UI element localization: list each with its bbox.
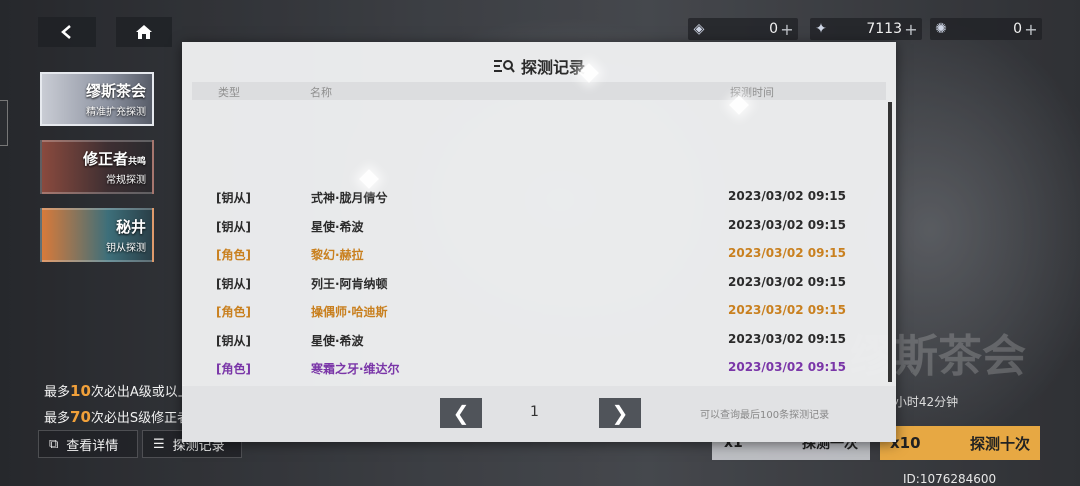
- column-type: 类型: [218, 86, 240, 99]
- record-time: 2023/03/02 09:15: [728, 274, 846, 289]
- add-star-shard-button[interactable]: +: [1022, 20, 1040, 39]
- page-number: 1: [530, 404, 539, 420]
- banner-subtitle: 常规探测: [106, 175, 146, 186]
- record-row: [钥从] 星使·希波 2023/03/02 09:15: [192, 325, 886, 354]
- record-list: [钥从] 式神·胧月倩兮 2023/03/02 09:15 [钥从] 星使·希波 2023…: [192, 182, 886, 382]
- column-name: 名称: [310, 86, 332, 99]
- add-crystal-button[interactable]: +: [902, 20, 920, 39]
- banner-title: 秘井: [115, 218, 146, 236]
- record-name: 黎幻·赫拉: [311, 248, 364, 262]
- modal-title-text: 探测记录: [520, 58, 585, 77]
- banner-title: 修正者共鸣: [82, 150, 146, 168]
- record-name: 寒霜之牙·维达尔: [311, 362, 400, 376]
- resource-star-shard-value: 0: [1013, 21, 1022, 37]
- record-type: [钥从]: [216, 219, 251, 234]
- resource-star-shard: ✺ 0 +: [930, 18, 1042, 40]
- table-header: 类型 名称 探测时间: [192, 82, 886, 100]
- guarantee-note-a: 最多10次必出A级或以上: [44, 382, 191, 400]
- banner-subtitle: 钥从探测: [106, 243, 146, 254]
- record-time: 2023/03/02 09:15: [728, 360, 846, 374]
- record-type: [角色]: [216, 248, 251, 262]
- record-row: [钥从] 星使·希波 2023/03/02 09:15: [192, 211, 886, 240]
- record-row: [钥从] 列王·阿肯纳顿 2023/03/02 09:15: [192, 268, 886, 297]
- record-type: [钥从]: [216, 333, 251, 348]
- record-time: 2023/03/02 09:15: [728, 189, 846, 203]
- record-name: 星使·希波: [311, 219, 364, 234]
- ticket-icon: ◈: [693, 21, 705, 37]
- back-arrow-icon: [61, 25, 71, 39]
- add-ticket-button[interactable]: +: [778, 20, 796, 39]
- record-type: [角色]: [216, 305, 251, 319]
- prev-page-button[interactable]: ❮: [440, 398, 482, 428]
- record-row: [角色] 操偶师·哈迪斯 2023/03/02 09:15: [192, 296, 886, 325]
- modal-title: 探测记录: [182, 54, 896, 78]
- view-details-button[interactable]: ⧉ 查看详情: [38, 430, 138, 458]
- draw-ten-label: 探测十次: [969, 434, 1030, 453]
- record-name: 星使·希波: [311, 333, 364, 348]
- record-row: [角色] 黎幻·赫拉 2023/03/02 09:15: [192, 239, 886, 268]
- back-button[interactable]: [38, 17, 96, 47]
- resource-ticket-value: 0: [769, 21, 778, 37]
- pagination-bar: ❮ 1 ❯ 可以查询最后100条探测记录: [182, 386, 896, 442]
- scrollbar-thumb[interactable]: [888, 102, 892, 382]
- resource-ticket: ◈ 0 +: [688, 18, 798, 40]
- draw-record-modal: 探测记录 类型 名称 探测时间 [钥从] 式神·胧月倩兮 2023/03/02 09…: [182, 42, 896, 442]
- record-name: 操偶师·哈迪斯: [311, 305, 388, 319]
- home-button[interactable]: [116, 17, 172, 47]
- user-id: ID:1076284600: [903, 472, 997, 486]
- list-icon: ☰: [153, 436, 165, 452]
- crystal-icon: ✦: [815, 21, 827, 37]
- draw-ten-button[interactable]: x10 探测十次: [880, 426, 1040, 460]
- resource-crystal: ✦ 7113 +: [810, 18, 922, 40]
- record-name: 式神·胧月倩兮: [311, 191, 388, 205]
- view-details-label: 查看详情: [66, 438, 119, 454]
- next-page-button[interactable]: ❯: [599, 398, 641, 428]
- home-icon: [136, 25, 152, 39]
- record-row: [钥从] 式神·胧月倩兮 2023/03/02 09:15: [192, 182, 886, 211]
- banner-title: 缪斯茶会: [85, 82, 146, 100]
- pagination-hint: 可以查询最后100条探测记录: [700, 410, 830, 421]
- banner-tab-muse-tea-party[interactable]: 缪斯茶会 精准扩充探测: [40, 72, 154, 126]
- banner-tab-secret-well[interactable]: 秘井 钥从探测: [40, 208, 154, 262]
- banner-subtitle: 精准扩充探测: [86, 107, 146, 118]
- record-time: 2023/03/02 09:15: [728, 303, 846, 317]
- star-shard-icon: ✺: [935, 21, 947, 37]
- guarantee-note-s: 最多70次必出S级修正者: [44, 408, 191, 426]
- left-edge-handle[interactable]: [0, 100, 8, 146]
- resource-crystal-value: 7113: [866, 21, 902, 37]
- record-time: 2023/03/02 09:15: [728, 217, 846, 232]
- record-time: 2023/03/02 09:15: [728, 246, 846, 260]
- record-row: [角色] 寒霜之牙·维达尔 2023/03/02 09:15: [192, 353, 886, 382]
- details-icon: ⧉: [49, 436, 59, 452]
- record-type: [钥从]: [216, 191, 251, 205]
- record-type: [角色]: [216, 362, 251, 376]
- record-time: 2023/03/02 09:15: [728, 331, 846, 346]
- banner-tab-corrector[interactable]: 修正者共鸣 常规探测: [40, 140, 154, 194]
- record-type: [钥从]: [216, 276, 251, 291]
- record-name: 列王·阿肯纳顿: [311, 276, 388, 291]
- record-scrollbar[interactable]: [888, 102, 892, 382]
- record-search-icon: [493, 60, 515, 73]
